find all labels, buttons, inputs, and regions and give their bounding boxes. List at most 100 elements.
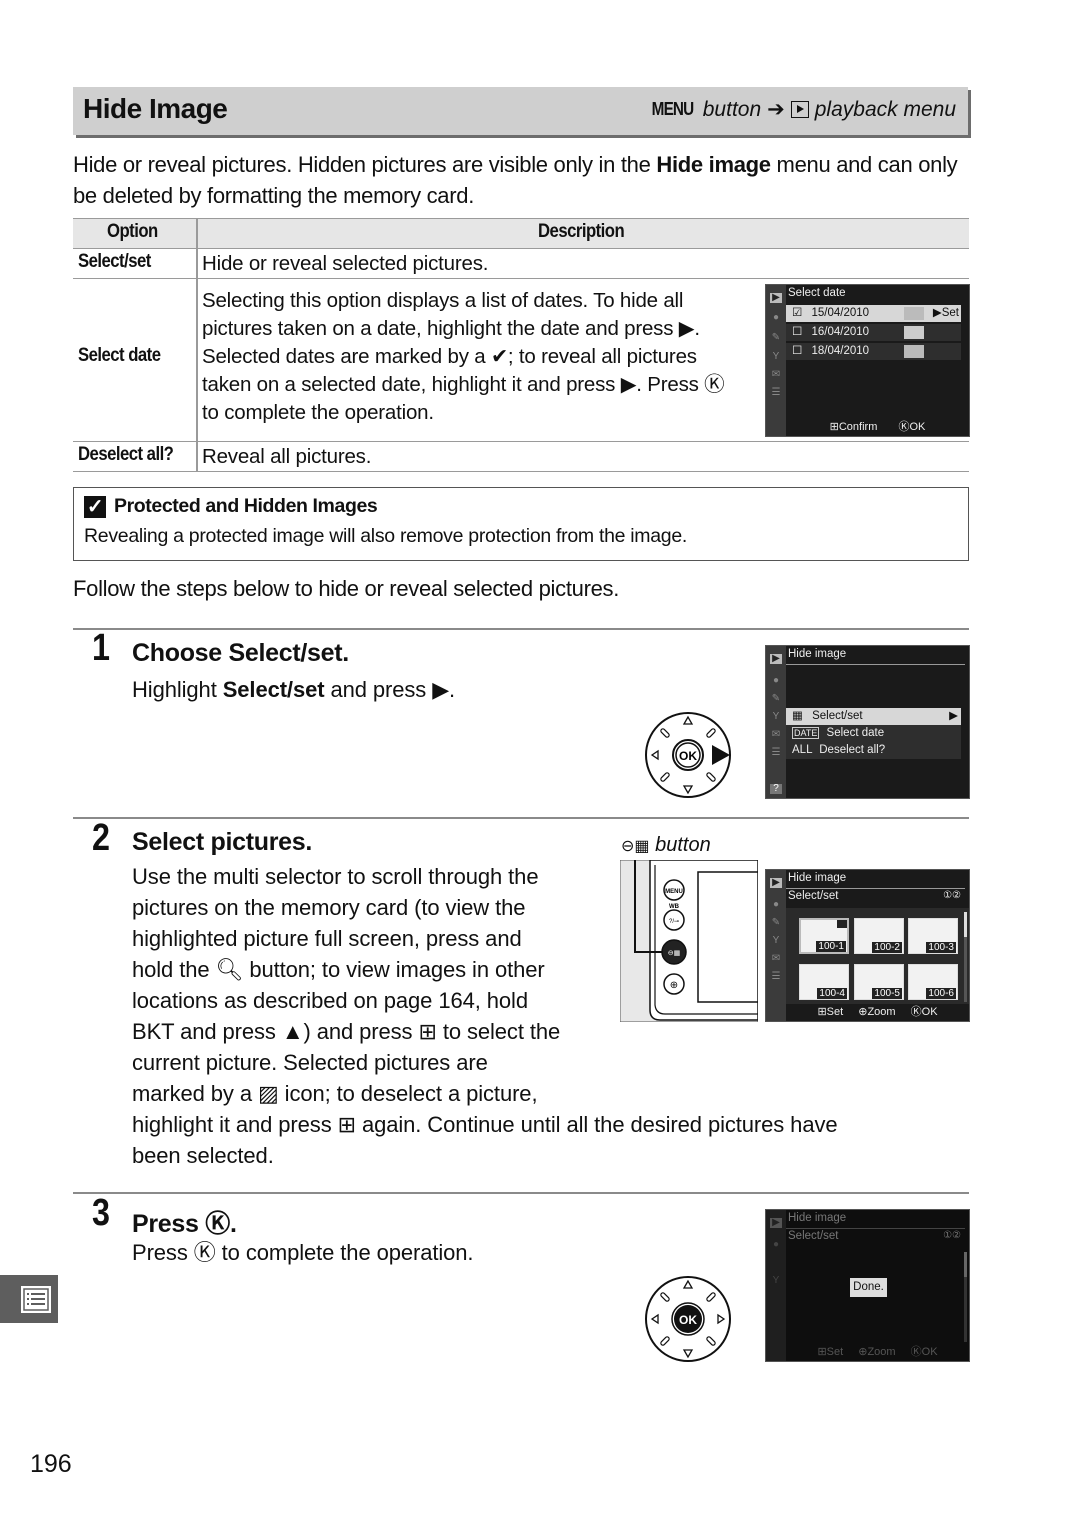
step-line: been selected.	[132, 1143, 274, 1168]
step-number: 2	[92, 817, 110, 859]
screen-subtitle: Select/set	[788, 890, 839, 902]
scrollbar[interactable]	[964, 912, 967, 1002]
custom-tab-icon: ✎	[771, 917, 781, 928]
camera-screen-select-set: ▶ ● ✎ Y ✉ ☰ Hide image Select/set ①② 100…	[765, 869, 970, 1022]
column-divider	[196, 249, 198, 279]
step-text: Press Ⓚ to complete the operation.	[132, 1240, 474, 1265]
date-item[interactable]: ☐ 16/04/2010	[786, 324, 961, 341]
step-number: 3	[92, 1192, 110, 1234]
description-cell: Reveal all pictures.	[202, 445, 372, 468]
thumbnail[interactable]: 100-6	[908, 964, 958, 1000]
thumbnail-label: 100-2	[872, 942, 902, 953]
date-thumbnail	[904, 326, 924, 339]
option-cell: Select date	[78, 345, 161, 366]
retouch-tab-icon: ✉	[771, 953, 781, 964]
thumbnail-selected[interactable]: 100-1	[799, 918, 849, 954]
menu-button-label: MENU	[651, 99, 694, 119]
step-title: Select pictures.	[132, 828, 313, 856]
date-label: 15/04/2010	[811, 307, 870, 319]
step-text-part: and press ▶.	[324, 677, 456, 702]
date-label: 18/04/2010	[811, 345, 870, 357]
ok-label: OK	[909, 421, 926, 433]
check-box-icon: ✓	[84, 495, 106, 518]
shooting-tab-icon: ●	[772, 312, 780, 323]
thumbnail[interactable]: 100-2	[854, 918, 904, 954]
playback-menu-label: playback menu	[814, 97, 956, 121]
column-divider	[196, 219, 198, 249]
menu-item-select-set[interactable]: ▦ Select/set ▶	[786, 708, 961, 725]
thumbnail-zoom-out-icon: ⊖▦	[621, 838, 650, 855]
card-slot-indicator: ①②	[943, 890, 961, 901]
date-icon: DATE	[792, 727, 820, 739]
title-underline	[786, 664, 965, 665]
note-title: ✓ Protected and Hidden Images	[84, 495, 378, 518]
description-line: to complete the operation.	[202, 401, 434, 424]
screen-title: Hide image	[788, 1212, 847, 1224]
help-icon: ?	[770, 784, 782, 794]
header-option: Option	[107, 221, 158, 242]
divider	[73, 628, 969, 630]
thumbnail-button-icon: ⊞	[817, 1346, 827, 1358]
thumbnail[interactable]: 100-5	[854, 964, 904, 1000]
note-heading: Protected and Hidden Images	[114, 495, 378, 517]
date-item[interactable]: ☐ 18/04/2010	[786, 343, 961, 360]
option-cell: Select/set	[78, 251, 151, 272]
screen-subtitle: Select/set	[788, 1230, 839, 1242]
step-line: current picture. Selected pictures are	[132, 1050, 488, 1075]
menu-item-label: Select date	[826, 727, 885, 739]
multi-selector-right-icon: OK	[645, 712, 731, 798]
playback-tab-icon: ▶	[770, 1218, 782, 1228]
menu-sidebar: ▶ ● ✎ Y ✉ ☰	[766, 285, 786, 436]
date-item[interactable]: ☑ 15/04/2010 ▶Set	[786, 305, 961, 322]
intro-text: Hide or reveal pictures. Hidden pictures…	[73, 152, 657, 177]
menu-item-deselect-all[interactable]: ALL Deselect all?	[786, 742, 961, 759]
playback-icon	[790, 101, 809, 118]
scrollbar[interactable]	[964, 1252, 967, 1342]
setup-tab-icon: Y	[772, 711, 780, 722]
done-message: Done.	[850, 1278, 887, 1297]
arrow-right-icon: ➔	[767, 98, 785, 121]
menu-path: MENU button ➔ playback menu	[648, 97, 956, 122]
menu-item-select-date[interactable]: DATE Select date	[786, 725, 961, 742]
thumbnail[interactable]: 100-3	[908, 918, 958, 954]
set-action: ▶Set	[932, 307, 959, 319]
follow-text: Follow the steps below to hide or reveal…	[73, 576, 620, 601]
thumbnail[interactable]: 100-4	[799, 964, 849, 1000]
custom-tab-icon: ✎	[771, 332, 781, 343]
menu-list-icon	[21, 1286, 51, 1313]
ok-button-icon: Ⓚ	[910, 1006, 922, 1018]
step-title: Choose Select/set.	[132, 639, 349, 668]
table-header-row: Option Description	[73, 218, 969, 249]
hide-marker-icon	[837, 920, 847, 928]
camera-screen-done: ▶ ● Y Hide image Select/set ①② Done. ⊞Se…	[765, 1209, 970, 1362]
divider	[73, 1192, 969, 1194]
menu-sidebar: ▶ ● Y	[766, 1210, 786, 1361]
title-underline	[786, 1228, 965, 1229]
step-text-part: Highlight	[132, 677, 223, 702]
shooting-tab-icon: ●	[772, 1239, 780, 1250]
thumbnail-button-icon: ⊞	[817, 1006, 827, 1018]
multi-selector-ok-icon: OK	[645, 1276, 731, 1362]
checkbox-checked-icon: ☑	[792, 307, 803, 319]
screen-footer: ⊞Confirm ⓀOK	[786, 418, 969, 434]
screen-title: Select date	[788, 287, 846, 299]
description-line: taken on a selected date, highlight it a…	[202, 373, 725, 396]
chapter-tab[interactable]	[0, 1275, 58, 1323]
description-line: Selected dates are marked by a ✔; to rev…	[202, 345, 697, 368]
zoom-label: Zoom	[867, 1006, 896, 1018]
playback-tab-icon: ▶	[770, 293, 782, 303]
thumbnail-label: 100-4	[817, 988, 847, 999]
page-number: 196	[30, 1450, 72, 1478]
description-line: pictures taken on a date, highlight the …	[202, 317, 700, 340]
step-text: Highlight Select/set and press ▶.	[132, 674, 455, 705]
checkbox-icon: ☐	[792, 345, 803, 357]
page-title: Hide Image	[83, 93, 228, 124]
set-label: Set	[826, 1346, 844, 1358]
card-slot-indicator: ①②	[943, 1230, 961, 1241]
svg-text:MENU: MENU	[665, 889, 683, 895]
my-menu-tab-icon: ☰	[771, 387, 781, 398]
my-menu-tab-icon: ☰	[771, 747, 781, 758]
description-cell: Hide or reveal selected pictures.	[202, 252, 489, 275]
camera-screen-select-date: ▶ ● ✎ Y ✉ ☰ Select date ☑ 15/04/2010 ▶Se…	[765, 284, 970, 437]
svg-text:WB: WB	[669, 904, 680, 910]
